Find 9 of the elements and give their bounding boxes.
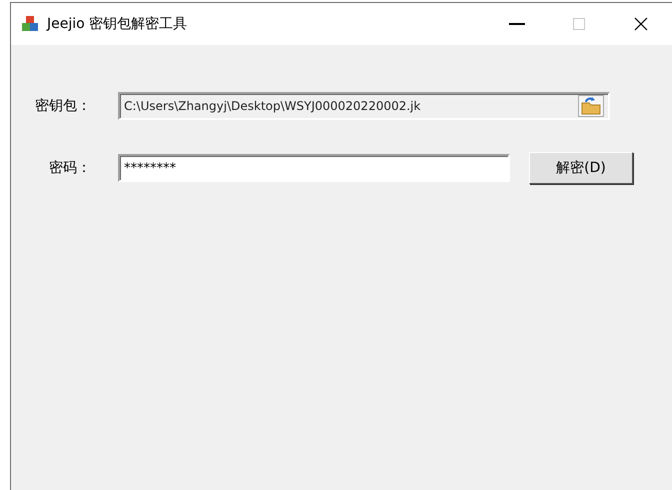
window-title: Jeejio 密钥包解密工具 xyxy=(47,15,188,33)
cubes-icon xyxy=(21,15,39,33)
password-field[interactable]: ******** xyxy=(118,154,510,182)
browse-button[interactable] xyxy=(578,95,604,117)
folder-icon xyxy=(581,97,601,115)
password-label: 密码： xyxy=(48,159,92,177)
key-package-label: 密钥包： xyxy=(34,97,92,115)
key-package-field[interactable]: C:\Users\Zhangyj\Desktop\WSYJ000020220002.jk xyxy=(118,92,610,120)
decrypt-button[interactable]: 解密(D) xyxy=(529,152,633,184)
